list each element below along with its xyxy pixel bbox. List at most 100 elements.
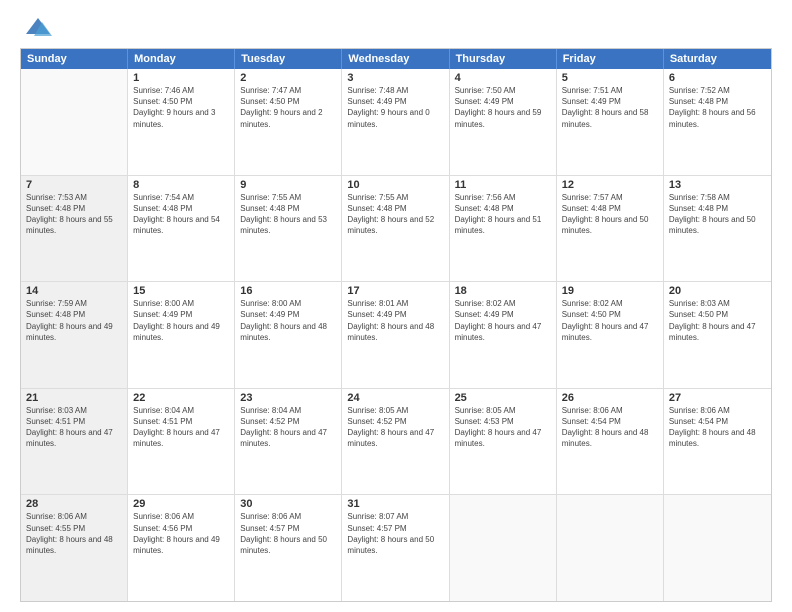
day-number: 24	[347, 392, 443, 404]
logo-icon	[24, 16, 52, 38]
calendar-cell: 15Sunrise: 8:00 AMSunset: 4:49 PMDayligh…	[128, 282, 235, 388]
calendar-cell	[450, 495, 557, 601]
day-number: 5	[562, 72, 658, 84]
calendar-cell: 27Sunrise: 8:06 AMSunset: 4:54 PMDayligh…	[664, 389, 771, 495]
cell-info: Sunrise: 8:04 AMSunset: 4:52 PMDaylight:…	[240, 405, 336, 450]
day-number: 27	[669, 392, 766, 404]
calendar-cell	[664, 495, 771, 601]
day-number: 9	[240, 179, 336, 191]
calendar-header-day: Sunday	[21, 49, 128, 69]
calendar-cell: 7Sunrise: 7:53 AMSunset: 4:48 PMDaylight…	[21, 176, 128, 282]
cell-info: Sunrise: 7:59 AMSunset: 4:48 PMDaylight:…	[26, 298, 122, 343]
calendar-cell: 12Sunrise: 7:57 AMSunset: 4:48 PMDayligh…	[557, 176, 664, 282]
day-number: 12	[562, 179, 658, 191]
calendar-cell: 21Sunrise: 8:03 AMSunset: 4:51 PMDayligh…	[21, 389, 128, 495]
cell-info: Sunrise: 8:02 AMSunset: 4:50 PMDaylight:…	[562, 298, 658, 343]
calendar-week: 1Sunrise: 7:46 AMSunset: 4:50 PMDaylight…	[21, 69, 771, 176]
day-number: 31	[347, 498, 443, 510]
day-number: 23	[240, 392, 336, 404]
calendar-cell: 6Sunrise: 7:52 AMSunset: 4:48 PMDaylight…	[664, 69, 771, 175]
day-number: 22	[133, 392, 229, 404]
calendar-week: 7Sunrise: 7:53 AMSunset: 4:48 PMDaylight…	[21, 176, 771, 283]
calendar-cell	[21, 69, 128, 175]
cell-info: Sunrise: 8:03 AMSunset: 4:50 PMDaylight:…	[669, 298, 766, 343]
calendar-body: 1Sunrise: 7:46 AMSunset: 4:50 PMDaylight…	[21, 69, 771, 601]
day-number: 7	[26, 179, 122, 191]
cell-info: Sunrise: 7:56 AMSunset: 4:48 PMDaylight:…	[455, 192, 551, 237]
day-number: 17	[347, 285, 443, 297]
calendar-cell: 8Sunrise: 7:54 AMSunset: 4:48 PMDaylight…	[128, 176, 235, 282]
day-number: 6	[669, 72, 766, 84]
calendar-header-day: Thursday	[450, 49, 557, 69]
cell-info: Sunrise: 8:03 AMSunset: 4:51 PMDaylight:…	[26, 405, 122, 450]
calendar-cell: 28Sunrise: 8:06 AMSunset: 4:55 PMDayligh…	[21, 495, 128, 601]
calendar-cell: 1Sunrise: 7:46 AMSunset: 4:50 PMDaylight…	[128, 69, 235, 175]
calendar-cell	[557, 495, 664, 601]
cell-info: Sunrise: 8:00 AMSunset: 4:49 PMDaylight:…	[133, 298, 229, 343]
day-number: 30	[240, 498, 336, 510]
day-number: 8	[133, 179, 229, 191]
calendar-week: 28Sunrise: 8:06 AMSunset: 4:55 PMDayligh…	[21, 495, 771, 601]
calendar-header-day: Wednesday	[342, 49, 449, 69]
cell-info: Sunrise: 8:06 AMSunset: 4:54 PMDaylight:…	[562, 405, 658, 450]
day-number: 14	[26, 285, 122, 297]
day-number: 15	[133, 285, 229, 297]
calendar-week: 14Sunrise: 7:59 AMSunset: 4:48 PMDayligh…	[21, 282, 771, 389]
day-number: 16	[240, 285, 336, 297]
cell-info: Sunrise: 7:47 AMSunset: 4:50 PMDaylight:…	[240, 85, 336, 130]
day-number: 13	[669, 179, 766, 191]
cell-info: Sunrise: 8:04 AMSunset: 4:51 PMDaylight:…	[133, 405, 229, 450]
calendar-cell: 23Sunrise: 8:04 AMSunset: 4:52 PMDayligh…	[235, 389, 342, 495]
cell-info: Sunrise: 7:55 AMSunset: 4:48 PMDaylight:…	[347, 192, 443, 237]
cell-info: Sunrise: 7:54 AMSunset: 4:48 PMDaylight:…	[133, 192, 229, 237]
cell-info: Sunrise: 7:53 AMSunset: 4:48 PMDaylight:…	[26, 192, 122, 237]
day-number: 4	[455, 72, 551, 84]
calendar-cell: 19Sunrise: 8:02 AMSunset: 4:50 PMDayligh…	[557, 282, 664, 388]
calendar-cell: 18Sunrise: 8:02 AMSunset: 4:49 PMDayligh…	[450, 282, 557, 388]
day-number: 11	[455, 179, 551, 191]
calendar-week: 21Sunrise: 8:03 AMSunset: 4:51 PMDayligh…	[21, 389, 771, 496]
page: SundayMondayTuesdayWednesdayThursdayFrid…	[0, 0, 792, 612]
header	[20, 16, 772, 38]
cell-info: Sunrise: 7:55 AMSunset: 4:48 PMDaylight:…	[240, 192, 336, 237]
calendar-cell: 29Sunrise: 8:06 AMSunset: 4:56 PMDayligh…	[128, 495, 235, 601]
cell-info: Sunrise: 7:57 AMSunset: 4:48 PMDaylight:…	[562, 192, 658, 237]
day-number: 29	[133, 498, 229, 510]
calendar-cell: 4Sunrise: 7:50 AMSunset: 4:49 PMDaylight…	[450, 69, 557, 175]
day-number: 2	[240, 72, 336, 84]
calendar-cell: 31Sunrise: 8:07 AMSunset: 4:57 PMDayligh…	[342, 495, 449, 601]
day-number: 21	[26, 392, 122, 404]
calendar-cell: 16Sunrise: 8:00 AMSunset: 4:49 PMDayligh…	[235, 282, 342, 388]
calendar-header-day: Saturday	[664, 49, 771, 69]
calendar-header-day: Monday	[128, 49, 235, 69]
calendar-cell: 2Sunrise: 7:47 AMSunset: 4:50 PMDaylight…	[235, 69, 342, 175]
calendar-header-day: Friday	[557, 49, 664, 69]
cell-info: Sunrise: 8:05 AMSunset: 4:53 PMDaylight:…	[455, 405, 551, 450]
calendar-cell: 24Sunrise: 8:05 AMSunset: 4:52 PMDayligh…	[342, 389, 449, 495]
cell-info: Sunrise: 7:46 AMSunset: 4:50 PMDaylight:…	[133, 85, 229, 130]
cell-info: Sunrise: 8:00 AMSunset: 4:49 PMDaylight:…	[240, 298, 336, 343]
cell-info: Sunrise: 7:48 AMSunset: 4:49 PMDaylight:…	[347, 85, 443, 130]
day-number: 20	[669, 285, 766, 297]
day-number: 26	[562, 392, 658, 404]
calendar-cell: 10Sunrise: 7:55 AMSunset: 4:48 PMDayligh…	[342, 176, 449, 282]
calendar-cell: 14Sunrise: 7:59 AMSunset: 4:48 PMDayligh…	[21, 282, 128, 388]
calendar-cell: 17Sunrise: 8:01 AMSunset: 4:49 PMDayligh…	[342, 282, 449, 388]
calendar-cell: 9Sunrise: 7:55 AMSunset: 4:48 PMDaylight…	[235, 176, 342, 282]
logo	[20, 16, 52, 38]
calendar-cell: 20Sunrise: 8:03 AMSunset: 4:50 PMDayligh…	[664, 282, 771, 388]
day-number: 1	[133, 72, 229, 84]
day-number: 28	[26, 498, 122, 510]
cell-info: Sunrise: 7:50 AMSunset: 4:49 PMDaylight:…	[455, 85, 551, 130]
cell-info: Sunrise: 8:06 AMSunset: 4:56 PMDaylight:…	[133, 511, 229, 556]
calendar-cell: 13Sunrise: 7:58 AMSunset: 4:48 PMDayligh…	[664, 176, 771, 282]
calendar-cell: 3Sunrise: 7:48 AMSunset: 4:49 PMDaylight…	[342, 69, 449, 175]
calendar-cell: 22Sunrise: 8:04 AMSunset: 4:51 PMDayligh…	[128, 389, 235, 495]
calendar-cell: 30Sunrise: 8:06 AMSunset: 4:57 PMDayligh…	[235, 495, 342, 601]
calendar-header: SundayMondayTuesdayWednesdayThursdayFrid…	[21, 49, 771, 69]
cell-info: Sunrise: 8:05 AMSunset: 4:52 PMDaylight:…	[347, 405, 443, 450]
cell-info: Sunrise: 8:07 AMSunset: 4:57 PMDaylight:…	[347, 511, 443, 556]
cell-info: Sunrise: 8:01 AMSunset: 4:49 PMDaylight:…	[347, 298, 443, 343]
cell-info: Sunrise: 8:02 AMSunset: 4:49 PMDaylight:…	[455, 298, 551, 343]
day-number: 10	[347, 179, 443, 191]
